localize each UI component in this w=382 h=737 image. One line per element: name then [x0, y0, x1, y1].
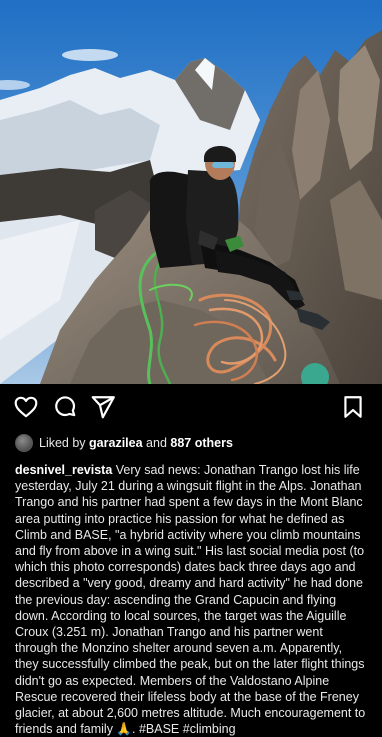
caption-username[interactable]: desnivel_revista — [15, 463, 112, 477]
comment-icon[interactable] — [52, 394, 78, 420]
bookmark-icon[interactable] — [340, 394, 366, 420]
post-caption: desnivel_revista Very sad news: Jonathan… — [0, 456, 382, 737]
heart-icon[interactable] — [13, 394, 39, 420]
likes-and: and — [146, 436, 167, 450]
likes-prefix: Liked by — [39, 436, 86, 450]
climber-on-summit-image — [0, 0, 382, 384]
send-icon[interactable] — [90, 394, 116, 420]
post-photo[interactable] — [0, 0, 382, 384]
caption-text: Very sad news: Jonathan Trango lost his … — [15, 463, 366, 737]
likes-summary[interactable]: Liked by garazilea and 887 others — [0, 430, 382, 456]
caption-hashtags[interactable]: #BASE #climbing — [139, 722, 236, 736]
avatar[interactable] — [15, 434, 33, 452]
liker-username[interactable]: garazilea — [89, 436, 143, 450]
post-actions-bar — [0, 384, 382, 430]
likes-count[interactable]: 887 others — [170, 436, 233, 450]
